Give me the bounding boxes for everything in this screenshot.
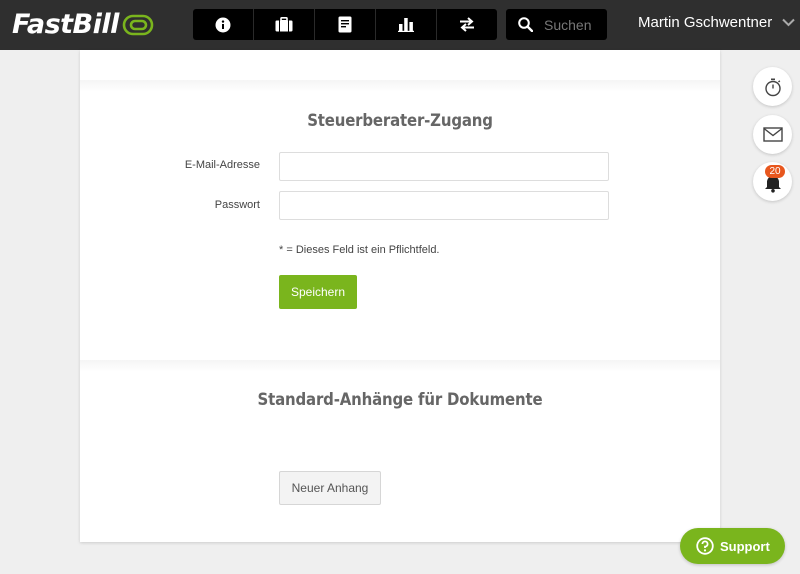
- save-button[interactable]: Speichern: [279, 275, 357, 309]
- support-label: Support: [720, 538, 770, 554]
- stopwatch-icon: [764, 78, 781, 96]
- help-circle-icon: [696, 537, 714, 555]
- email-field[interactable]: [279, 152, 609, 181]
- fastbill-logo[interactable]: FastBill: [12, 7, 154, 41]
- bar-chart-icon: [398, 18, 414, 32]
- password-label: Passwort: [214, 199, 260, 211]
- user-name: Martin Gschwentner: [638, 14, 773, 31]
- main-nav: [193, 9, 497, 40]
- notifications-button[interactable]: 20: [753, 162, 792, 201]
- logo-mark-icon: [122, 14, 154, 36]
- nav-transactions[interactable]: [437, 9, 497, 40]
- section-divider: [80, 360, 720, 372]
- briefcase-icon: [275, 17, 293, 32]
- top-navigation-bar: FastBill Suchen Martin Gschwentner: [0, 0, 800, 50]
- section-title-tax-advisor: Steuerberater-Zugang: [307, 111, 493, 131]
- transfer-arrows-icon: [460, 17, 474, 32]
- email-label: E-Mail-Adresse: [184, 159, 260, 171]
- search-icon: [518, 17, 533, 32]
- timer-button[interactable]: [753, 67, 792, 106]
- nav-reports[interactable]: [376, 9, 437, 40]
- search-box: [506, 9, 607, 40]
- messages-button[interactable]: [753, 115, 792, 154]
- section-divider: [80, 80, 720, 92]
- support-button[interactable]: Support: [680, 528, 785, 564]
- user-menu[interactable]: Martin Gschwentner: [638, 14, 795, 31]
- logo-text: FastBill: [12, 8, 119, 40]
- settings-card: Steuerberater-Zugang E-Mail-Adresse Pass…: [80, 50, 720, 542]
- document-icon: [338, 16, 352, 33]
- info-icon: [215, 17, 231, 32]
- required-field-hint: * = Dieses Feld ist ein Pflichtfeld.: [279, 244, 440, 256]
- nav-briefcase[interactable]: [254, 9, 315, 40]
- search-input[interactable]: [544, 16, 606, 33]
- chevron-down-icon: [782, 18, 795, 27]
- section-title-attachments: Standard-Anhänge für Dokumente: [257, 390, 543, 410]
- new-attachment-button[interactable]: Neuer Anhang: [279, 471, 381, 505]
- nav-documents[interactable]: [315, 9, 376, 40]
- notification-count-badge: 20: [765, 165, 785, 178]
- nav-info[interactable]: [193, 9, 254, 40]
- envelope-icon: [762, 127, 783, 142]
- password-field[interactable]: [279, 191, 609, 220]
